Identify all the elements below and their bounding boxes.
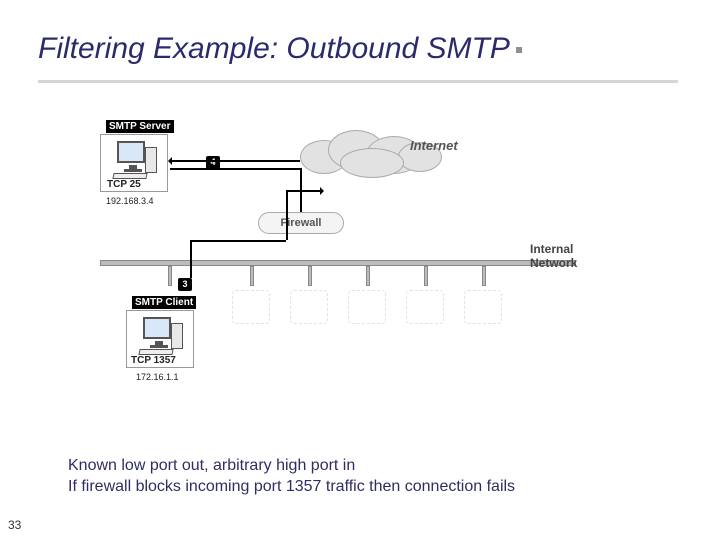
client-ip: 172.16.1.1: [136, 372, 179, 382]
title-accent-dot: [516, 47, 522, 53]
internal-network-label: Internal Network: [530, 242, 620, 270]
network-diagram: SMTP Server TCP 25 192.168.3.4 Internet …: [100, 120, 620, 400]
network-tap: [308, 266, 312, 286]
slide-title: Filtering Example: Outbound SMTP: [38, 32, 678, 83]
network-tap: [424, 266, 428, 286]
network-tap: [482, 266, 486, 286]
internet-cloud-icon: [300, 126, 440, 182]
ghost-client-icon: [406, 290, 444, 324]
slide: Filtering Example: Outbound SMTP SMTP Se…: [0, 0, 720, 540]
ghost-client-icon: [464, 290, 502, 324]
server-box: TCP 25: [100, 134, 168, 192]
slide-number: 33: [8, 518, 21, 532]
smtp-client-tag: SMTP Client: [132, 296, 196, 309]
title-text: Filtering Example: Outbound SMTP: [38, 32, 510, 65]
client-box: TCP 1357: [126, 310, 194, 368]
caption: Known low port out, arbitrary high port …: [68, 455, 668, 498]
ghost-client-icon: [232, 290, 270, 324]
connector: [190, 240, 192, 278]
network-tap: [366, 266, 370, 286]
connector: [170, 160, 300, 162]
connector: [190, 240, 286, 242]
smtp-server-tag: SMTP Server: [106, 120, 174, 133]
ghost-client-icon: [348, 290, 386, 324]
connector: [300, 168, 302, 212]
firewall-label: Firewall: [258, 212, 344, 234]
network-tap: [168, 266, 172, 286]
server-ip: 192.168.3.4: [106, 196, 154, 206]
step-3-badge: 3: [178, 278, 192, 291]
client-port: TCP 1357: [131, 355, 176, 366]
ghost-client-icon: [290, 290, 328, 324]
internet-label: Internet: [410, 138, 458, 153]
caption-line-1: Known low port out, arbitrary high port …: [68, 455, 668, 477]
connector: [286, 190, 322, 192]
network-tap: [250, 266, 254, 286]
connector: [170, 168, 300, 170]
caption-line-2: If firewall blocks incoming port 1357 tr…: [68, 476, 668, 498]
client-computer-icon: [137, 317, 183, 359]
server-port: TCP 25: [107, 179, 141, 190]
server-computer-icon: [111, 141, 157, 183]
connector: [286, 190, 288, 240]
